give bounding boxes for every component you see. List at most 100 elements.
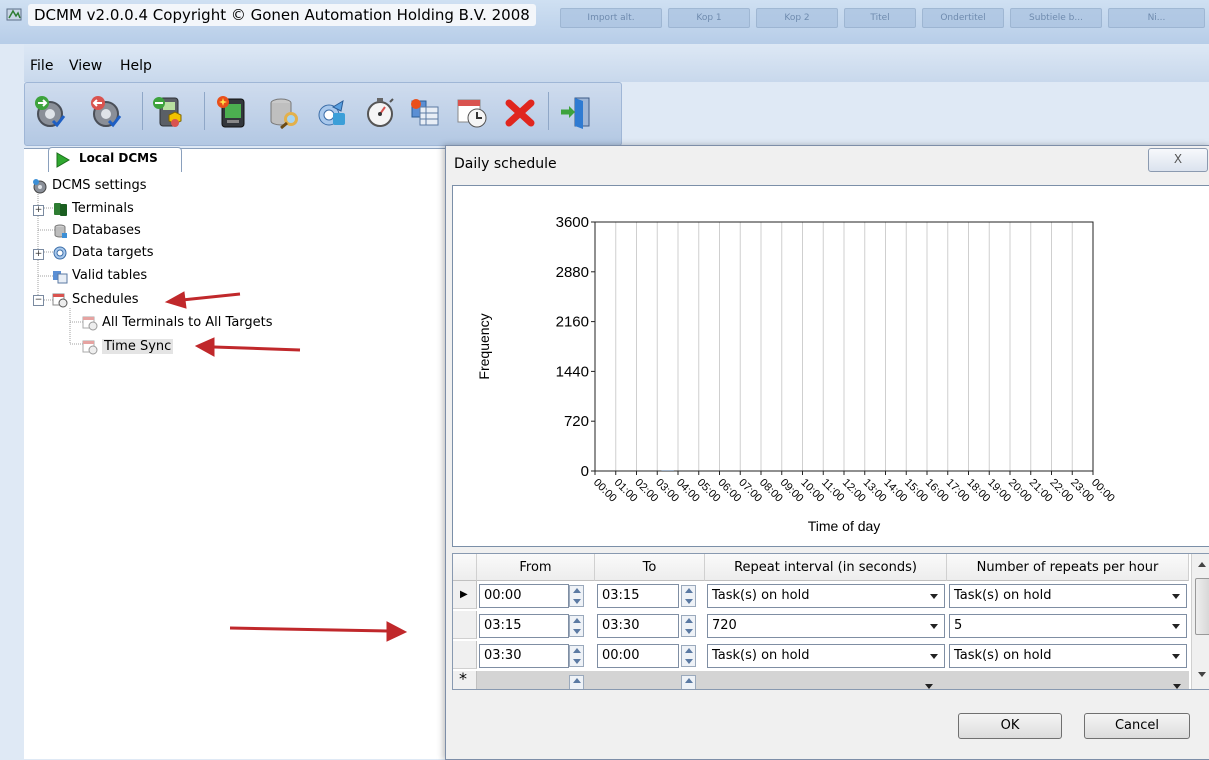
menu-view[interactable]: View (69, 58, 102, 74)
chevron-down-icon[interactable] (1168, 645, 1184, 667)
collapse-schedules[interactable]: − (33, 295, 44, 306)
interval-dropdown-button[interactable] (921, 675, 937, 690)
stop-service-button[interactable] (86, 92, 126, 132)
tree-schedules[interactable]: Schedules (52, 290, 139, 310)
from-field[interactable]: 00:00 (479, 584, 569, 608)
ok-button[interactable]: OK (958, 713, 1062, 739)
repeats-value: 5 (954, 616, 962, 636)
delete-icon (503, 95, 537, 129)
to-spinner[interactable] (681, 645, 696, 667)
from-value: 03:30 (484, 646, 521, 666)
database-button[interactable] (264, 92, 304, 132)
interval-value: Task(s) on hold (712, 586, 810, 606)
tree-valid-tables[interactable]: Valid tables (52, 266, 147, 286)
tree-root[interactable]: DCMS settings (32, 176, 147, 196)
menu-help[interactable]: Help (120, 58, 152, 74)
interval-select[interactable]: 720 (707, 614, 945, 638)
repeats-dropdown-button[interactable] (1169, 675, 1185, 690)
tree-data-targets[interactable]: Data targets (52, 243, 153, 263)
schedule-icon (455, 95, 489, 129)
tab-local-dcms[interactable]: Local DCMS (48, 147, 182, 172)
data-target-button[interactable] (312, 92, 352, 132)
to-spinner[interactable] (681, 615, 696, 637)
schedule-item-icon (82, 339, 98, 355)
stopwatch-button[interactable] (360, 92, 400, 132)
from-spinner[interactable] (569, 585, 584, 607)
background-ribbon-tab: Kop 1 (668, 8, 750, 28)
start-service-icon (33, 95, 67, 129)
scroll-thumb[interactable] (1195, 578, 1209, 635)
repeats-select[interactable]: Task(s) on hold (949, 584, 1187, 608)
valid-tables-icon (52, 268, 68, 284)
background-ribbon-tab: Import alt. (560, 8, 662, 28)
expand-terminals[interactable]: + (33, 205, 44, 216)
from-spinner[interactable] (569, 615, 584, 637)
toolbar-separator (548, 92, 549, 130)
tree-label: All Terminals to All Targets (102, 315, 273, 330)
exit-button[interactable] (556, 92, 596, 132)
database-icon (267, 95, 301, 129)
chevron-down-icon[interactable] (926, 615, 942, 637)
repeats-select[interactable]: 5 (949, 614, 1187, 638)
x-tick-label: 11:00 (819, 477, 846, 504)
from-value: 00:00 (484, 586, 521, 606)
to-field[interactable]: 00:00 (597, 644, 679, 668)
x-axis-title: Time of day (808, 518, 881, 534)
terminal-button[interactable] (212, 92, 252, 132)
chevron-down-icon[interactable] (926, 585, 942, 607)
col-header-to[interactable]: To (595, 554, 705, 581)
from-field[interactable]: 03:15 (479, 614, 569, 638)
grid-scrollbar[interactable] (1191, 554, 1209, 689)
tree-schedule-time-sync[interactable]: Time Sync (82, 337, 173, 357)
start-service-button[interactable] (30, 92, 70, 132)
background-ribbon-tab: Kop 2 (756, 8, 838, 28)
scroll-up-icon[interactable] (1198, 562, 1206, 567)
from-field[interactable]: 03:30 (479, 644, 569, 668)
col-header-from[interactable]: From (477, 554, 595, 581)
schedule-button[interactable] (452, 92, 492, 132)
expand-data-targets[interactable]: + (33, 249, 44, 260)
interval-select[interactable]: Task(s) on hold (707, 584, 945, 608)
repeats-select[interactable]: Task(s) on hold (949, 644, 1187, 668)
tree-schedule-all-terminals[interactable]: All Terminals to All Targets (82, 313, 273, 333)
close-icon: X (1174, 152, 1182, 166)
new-row-glyph: * (459, 669, 467, 689)
to-spinner[interactable] (681, 675, 696, 690)
y-tick-label: 1440 (556, 363, 589, 380)
chevron-down-icon[interactable] (1168, 585, 1184, 607)
terminals-icon (52, 201, 68, 217)
y-axis-title: Frequency (476, 313, 492, 379)
menu-file[interactable]: File (30, 58, 53, 74)
col-header-interval[interactable]: Repeat interval (in seconds) (705, 554, 947, 581)
tree-label: Schedules (72, 292, 139, 307)
to-value: 03:30 (602, 616, 639, 636)
chevron-down-icon[interactable] (1168, 615, 1184, 637)
from-spinner[interactable] (569, 645, 584, 667)
x-tick-label: 00:00 (1089, 477, 1117, 505)
terminal-status-button[interactable] (148, 92, 188, 132)
tree-label: Terminals (72, 201, 134, 216)
chevron-down-icon[interactable] (926, 645, 942, 667)
to-field[interactable]: 03:15 (597, 584, 679, 608)
tree-terminals[interactable]: Terminals (52, 199, 134, 219)
to-field[interactable]: 03:30 (597, 614, 679, 638)
to-spinner[interactable] (681, 585, 696, 607)
interval-select[interactable]: Task(s) on hold (707, 644, 945, 668)
tree-label-selected: Time Sync (102, 339, 173, 354)
col-header-repeats[interactable]: Number of repeats per hour (947, 554, 1189, 581)
terminal-status-icon (151, 95, 185, 129)
row-header[interactable] (453, 641, 477, 669)
from-spinner[interactable] (569, 675, 584, 690)
y-tick-label: 2880 (556, 264, 589, 281)
scroll-down-icon[interactable] (1198, 672, 1206, 677)
cancel-button[interactable]: Cancel (1084, 713, 1190, 739)
background-ribbon-tab: Subtiele b... (1010, 8, 1102, 28)
data-targets-icon (52, 245, 68, 261)
delete-button[interactable] (500, 92, 540, 132)
row-header[interactable]: ▶ (453, 581, 477, 609)
dialog-close-button[interactable]: X (1148, 148, 1208, 172)
tables-button[interactable] (406, 92, 446, 132)
to-value: 00:00 (602, 646, 639, 666)
row-header[interactable] (453, 611, 477, 639)
tree-databases[interactable]: Databases (52, 221, 141, 241)
